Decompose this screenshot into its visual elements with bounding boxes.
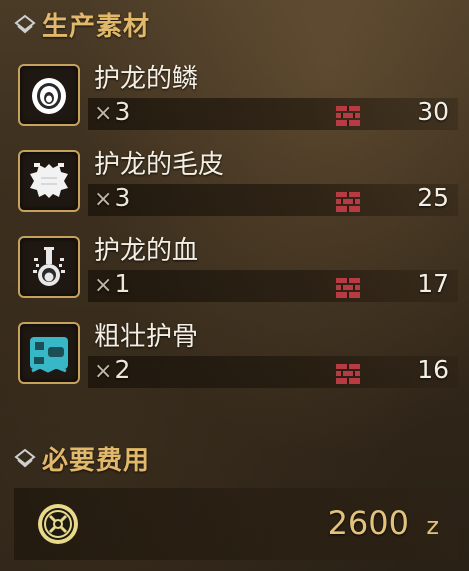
- owned-quantity: 16: [417, 355, 449, 384]
- zenny-coin-icon: [38, 504, 78, 544]
- required-quantity: ×3: [94, 183, 131, 212]
- material-icon-frame: [18, 64, 80, 126]
- material-row[interactable]: 护龙的毛皮 ×3 25: [14, 144, 459, 219]
- material-name: 护龙的毛皮: [94, 150, 225, 180]
- cost-panel: 2600 z: [14, 488, 459, 560]
- material-row[interactable]: 粗壮护骨 ×2 16: [14, 316, 459, 391]
- quantity-bar: [88, 184, 458, 216]
- materials-title: 生产素材: [42, 12, 151, 42]
- material-icon-frame: [18, 150, 80, 212]
- required-quantity: ×2: [94, 355, 131, 384]
- materials-header: 生产素材: [14, 6, 150, 43]
- material-icon-frame: [18, 236, 80, 298]
- required-quantity: ×1: [94, 269, 131, 298]
- pelt-icon: [30, 163, 68, 198]
- material-name: 护龙的鳞: [94, 64, 199, 94]
- quantity-bar: [88, 270, 458, 302]
- bone-icon: [30, 337, 68, 373]
- quantity-bar: [88, 98, 458, 130]
- owned-quantity: 17: [417, 269, 449, 298]
- quantity-bar: [88, 356, 458, 388]
- owned-quantity: 30: [417, 97, 449, 126]
- blood-vial-icon: [33, 247, 65, 286]
- cost-unit: z: [426, 512, 439, 540]
- material-name: 护龙的血: [94, 236, 199, 266]
- material-row[interactable]: 护龙的血 ×1 17: [14, 230, 459, 305]
- diamond-stack-icon: [14, 14, 36, 33]
- item-box-icon: [336, 192, 360, 212]
- item-box-icon: [336, 364, 360, 384]
- required-quantity: ×3: [94, 97, 131, 126]
- owned-quantity: 25: [417, 183, 449, 212]
- item-box-icon: [336, 106, 360, 126]
- material-row[interactable]: 护龙的鳞 ×3 30: [14, 58, 459, 133]
- cost-header: 必要费用: [14, 440, 150, 477]
- diamond-stack-icon: [14, 448, 36, 467]
- material-name: 粗壮护骨: [94, 322, 199, 352]
- cost-value: 2600: [327, 504, 409, 542]
- material-icon-frame: [18, 322, 80, 384]
- item-box-icon: [336, 278, 360, 298]
- scale-icon: [32, 78, 66, 114]
- cost-title: 必要费用: [42, 446, 151, 476]
